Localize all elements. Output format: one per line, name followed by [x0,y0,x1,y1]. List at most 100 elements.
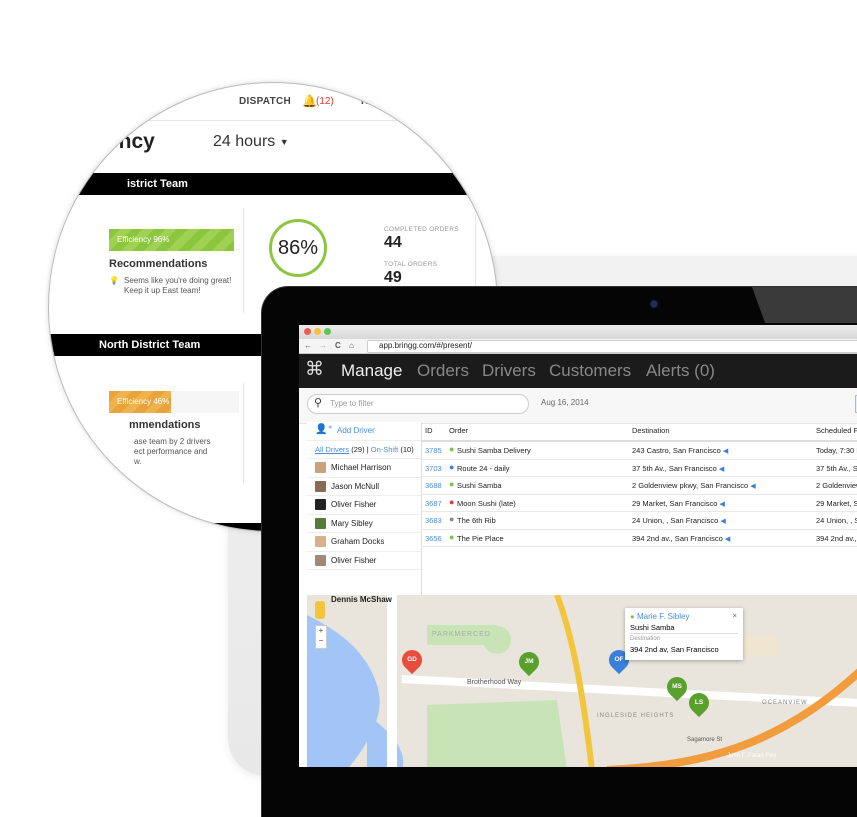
nav-customers[interactable]: Customers [549,361,631,381]
url-text[interactable]: app.bringg.com/#/present/ [379,341,472,350]
order-id[interactable]: 3656 [425,534,442,543]
table-row[interactable]: 3683 ● The 6th Rib 24 Union, , San Francisc… [421,512,857,530]
zoom-control[interactable]: + − [315,625,327,649]
driver-list-item[interactable]: Graham Docks [307,533,421,552]
close-icon[interactable]: × [733,611,737,620]
recommendation-line: Seems like you're doing great! [124,276,232,285]
filter-input[interactable]: ⚲ Type to filter [307,394,529,414]
driver-list-item[interactable]: Michael Harrison [307,459,421,478]
street-view-pegman[interactable] [315,601,325,619]
orders-table: ID Order Destination Scheduled F 3785 ● Su… [421,422,857,572]
app-navbar: ⌘ Manage Orders Drivers Customers Alerts… [299,354,857,388]
driver-list-item[interactable]: Mary Sibley [307,515,421,533]
order-id[interactable]: 3785 [425,446,442,455]
filter-placeholder: Type to filter [330,399,374,408]
bell-icon[interactable]: 🔔 [302,94,317,108]
order-id[interactable]: 3687 [425,499,442,508]
navigate-icon[interactable]: ◀ [725,536,730,543]
caret-down-icon: ▼ [279,136,289,147]
map-pin-ls[interactable]: LS [684,688,714,718]
table-row[interactable]: 3687 ● Moon Sushi (late) 29 Market, San Fra… [421,495,857,512]
date-label: Aug 16, 2014 [541,398,589,407]
map-pin-jm[interactable]: JM [514,647,544,677]
nav-manage[interactable]: Manage [341,361,402,381]
recommendation-line: w. [134,457,142,466]
maximize-window-button[interactable] [324,328,331,335]
driver-list-item[interactable]: Jason McNull [307,478,421,496]
minimize-window-button[interactable] [314,328,321,335]
back-icon[interactable]: ← [304,341,312,350]
all-drivers-link[interactable]: All Drivers [315,445,349,454]
navigate-icon[interactable]: ◀ [720,518,725,525]
order-name: Sushi Samba [457,481,502,490]
order-name: Moon Sushi (late) [457,498,516,508]
popup-order: Sushi Samba [630,623,675,632]
popup-driver-name[interactable]: Marie F. Sibley [637,612,689,621]
nav-dispatch[interactable]: DISPATCH [239,96,291,107]
lake [367,715,404,767]
destination: 2 Goldenview pkwy, San Francisco ◀ [632,481,756,490]
table-row[interactable]: 3688 ● Sushi Samba 2 Goldenview pkwy, San F… [421,477,857,495]
order-id[interactable]: 3683 [425,516,442,525]
col-id[interactable]: ID [425,426,433,435]
bringg-logo-icon[interactable]: ⌘ [305,358,324,381]
add-driver-button[interactable]: 👤⁺ Add Driver [307,422,421,441]
total-orders-value: 49 [384,269,402,286]
alert-count[interactable]: (12) [316,96,334,107]
total-orders-label: TOTAL ORDERS [384,261,438,268]
nav-drivers[interactable]: Drivers [482,361,536,381]
map-pin-ms[interactable]: MS [662,672,692,702]
order-id[interactable]: 3688 [425,481,442,490]
status-dot: ● [449,496,455,507]
recommendations-title: Recommendations [109,258,208,270]
forward-icon[interactable]: → [319,341,327,350]
driver-name[interactable]: Dennis McShaw [331,595,392,604]
divider [243,208,244,313]
col-destination[interactable]: Destination [632,426,670,435]
team-header: istrict Team [49,173,497,195]
status-dot: ● [449,461,455,472]
navigate-icon[interactable]: ◀ [723,448,728,455]
scheduled: 2 Goldenview [816,481,857,490]
time-range-value: 24 hours [213,133,276,150]
search-icon: ⚲ [314,397,323,409]
table-row[interactable]: 3785 ● Sushi Samba Delivery 243 Castro, San… [421,442,857,460]
map-label: Sagamore St [687,737,723,743]
table-row[interactable]: 3656 ● The Pie Place 394 2nd av., San Franc… [421,530,857,547]
navigate-icon[interactable]: ◀ [750,483,755,490]
home-icon[interactable]: ⌂ [349,341,354,350]
order-name: Route 24 - daily [457,463,510,473]
destination: 24 Union, , San Francisco ◀ [632,516,726,525]
on-shift-link[interactable]: On-Shift [371,445,399,454]
reload-icon[interactable]: C [335,341,341,350]
time-range-dropdown[interactable]: 24 hours ▼ [213,133,289,151]
freeway [606,668,857,767]
recommendation-line: ect performance and [134,447,208,456]
nav-orders[interactable]: Orders [417,361,469,381]
navigate-icon[interactable]: ◀ [719,466,724,473]
map-label: John F. Foran Fwy [727,753,777,759]
order-id[interactable]: 3703 [425,464,442,473]
avatar [315,480,326,492]
map-view[interactable]: + − Dennis McShaw GD JM OF MS LS ● Marie … [307,595,857,767]
popup-dest-label: Destination [630,636,661,642]
avatar [315,554,326,566]
scheduled: 394 2nd av., [816,533,857,543]
map-pin-gd[interactable]: GD [397,645,427,675]
table-header: ID Order Destination Scheduled F [421,422,857,442]
nav-alerts[interactable]: Alerts (0) [646,361,715,381]
driver-list-item[interactable]: Oliver Fisher [307,552,421,570]
driver-name: Graham Docks [331,537,385,546]
add-user-icon: 👤⁺ [315,424,333,435]
map-label: PARKMERCED [432,631,491,638]
status-dot: ● [449,514,455,524]
driver-list-item[interactable]: Oliver Fisher [307,496,421,515]
status-dot: ● [449,479,455,489]
col-order[interactable]: Order [449,426,468,435]
col-scheduled[interactable]: Scheduled F [816,426,857,435]
close-window-button[interactable] [304,328,311,335]
nav-more[interactable]: H [361,96,368,107]
browser-toolbar: ← → C ⌂ app.bringg.com/#/present/ [299,339,857,354]
table-row[interactable]: 3703 ● Route 24 - daily 37 5th Av., San Fra… [421,460,857,477]
navigate-icon[interactable]: ◀ [720,501,725,508]
